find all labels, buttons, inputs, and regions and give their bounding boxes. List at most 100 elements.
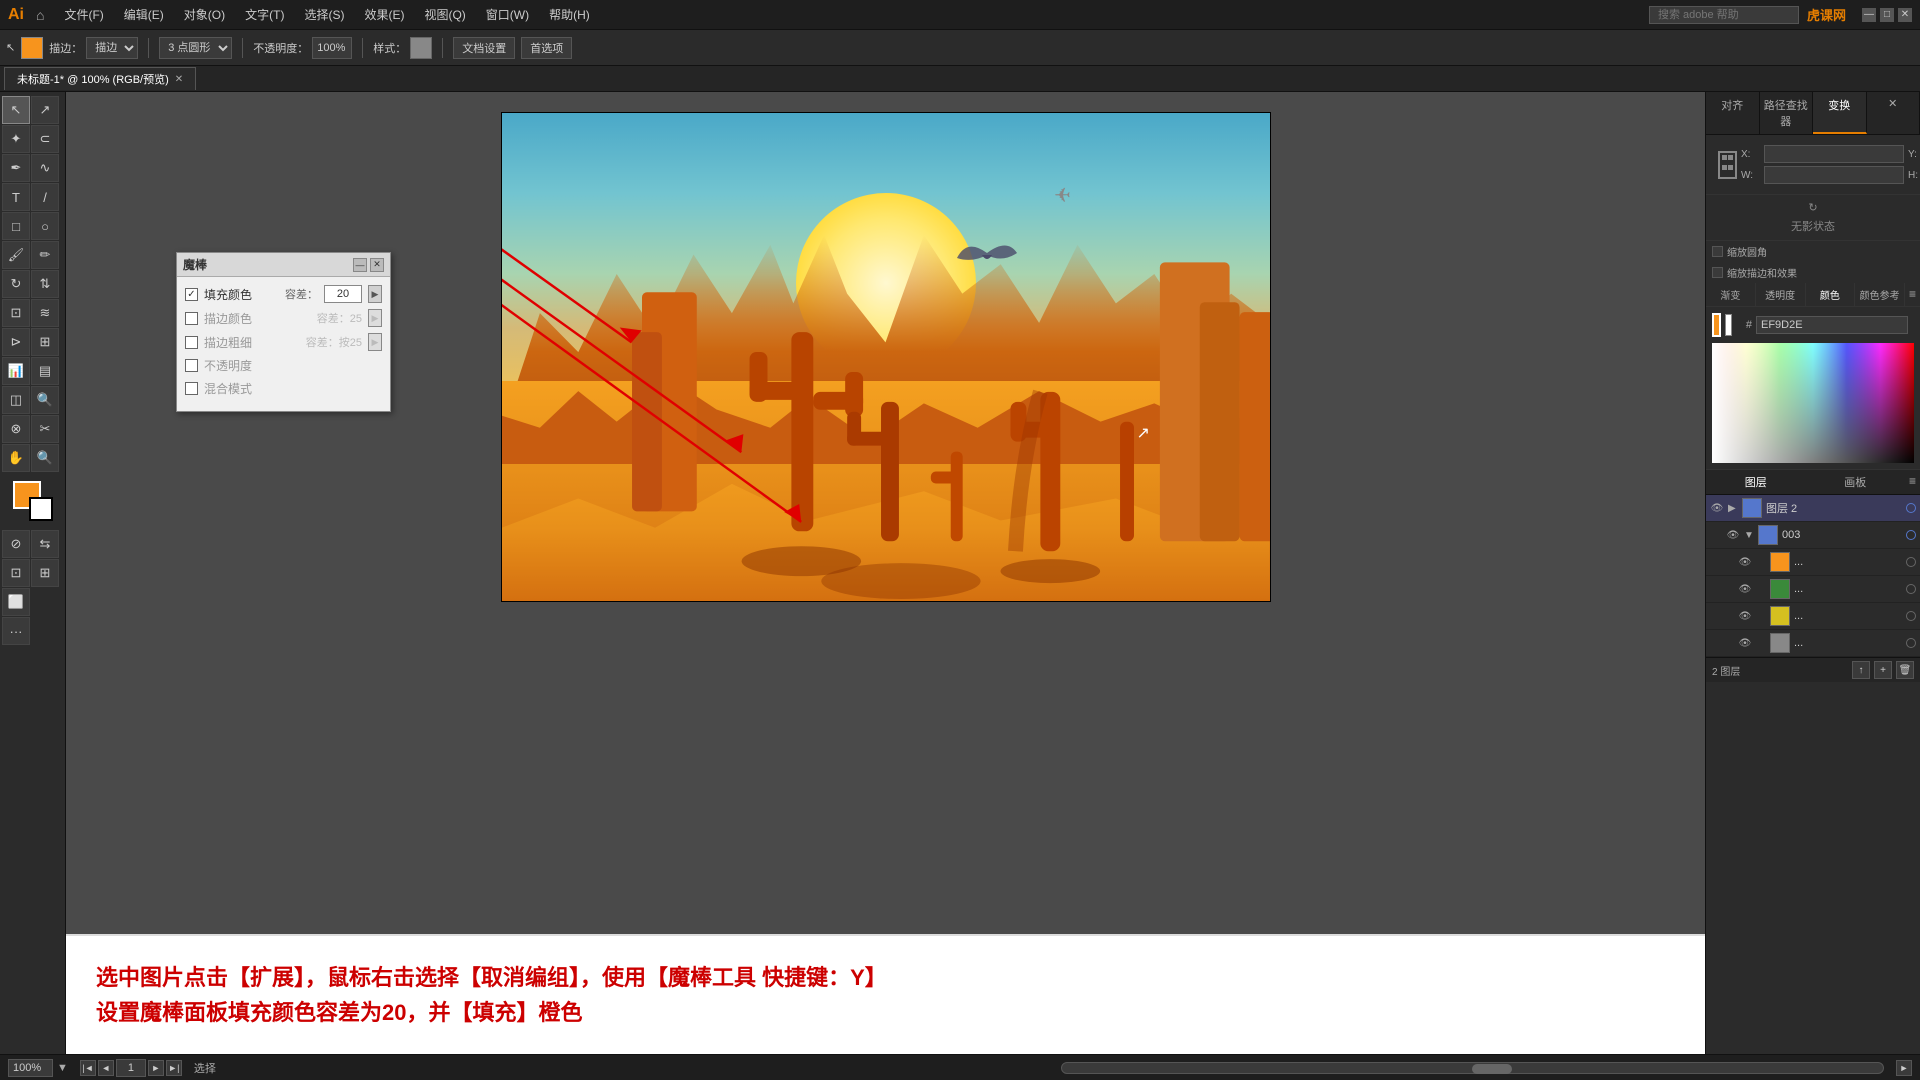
layer-003-expand[interactable]: ▼ [1744,530,1754,541]
layer-r1-eye[interactable]: 👁 [1738,555,1752,569]
layer-row-003[interactable]: 👁 ▼ 003 [1706,522,1920,549]
layer-r4-eye[interactable]: 👁 [1738,636,1752,650]
rect-tool[interactable]: □ [2,212,30,240]
reflect-tool[interactable]: ⇅ [31,270,59,298]
layer-row-1[interactable]: 👁 ... [1706,549,1920,576]
transform-anchor-icon[interactable] [1718,151,1737,179]
tab-transform[interactable]: 变换 [1813,92,1867,134]
line-tool[interactable]: / [31,183,59,211]
maximize-button[interactable]: □ [1880,8,1894,22]
menu-help[interactable]: 帮助(H) [541,4,598,25]
layers-panel-menu[interactable]: ≡ [1905,470,1920,494]
hex-color-input[interactable] [1756,316,1908,334]
layer-r3-circle[interactable] [1906,611,1916,621]
tab-artboards[interactable]: 画板 [1806,470,1906,494]
menu-file[interactable]: 文件(F) [56,4,111,25]
tab-close-icon[interactable]: ✕ [175,74,183,85]
zoom-tool[interactable]: 🔍 [31,444,59,472]
bar-chart-tool[interactable]: ▤ [31,357,59,385]
layer-row-layer2[interactable]: 👁 ▶ 图层 2 [1706,495,1920,522]
layer-003-eye[interactable]: 👁 [1726,528,1740,542]
zoom-input[interactable] [8,1059,53,1077]
stroke-width-increment[interactable]: ▶ [368,333,382,351]
scrollbar-thumb[interactable] [1472,1064,1512,1074]
horizontal-scrollbar[interactable] [1061,1062,1884,1074]
layer-r4-circle[interactable] [1906,638,1916,648]
color-panel-menu-icon[interactable]: ≡ [1905,283,1920,306]
stroke-tolerance-increment[interactable]: ▶ [368,309,382,327]
canvas-wrapper[interactable]: ✈ [66,92,1705,934]
w-input[interactable] [1764,166,1904,184]
magic-wand-tool[interactable]: ✦ [2,125,30,153]
layer-r1-circle[interactable] [1906,557,1916,567]
pencil-tool[interactable]: ✏ [31,241,59,269]
menu-view[interactable]: 视图(Q) [416,4,473,25]
layer-target-circle[interactable] [1906,503,1916,513]
lasso-tool[interactable]: ⊂ [31,125,59,153]
chart-tool[interactable]: 📊 [2,357,30,385]
text-tool[interactable]: T [2,183,30,211]
stroke-color-checkbox[interactable] [185,312,198,325]
search-input[interactable] [1649,6,1799,24]
eyedropper-tool[interactable]: 🔍 [31,386,59,414]
zoom-dropdown-icon[interactable]: ▼ [57,1062,68,1074]
layer-row-4[interactable]: 👁 ... [1706,630,1920,657]
next-page-btn[interactable]: ► [148,1060,164,1076]
layer-row-2[interactable]: 👁 ... [1706,576,1920,603]
hand-tool[interactable]: ✋ [2,444,30,472]
x-input[interactable] [1764,145,1904,163]
doc-settings-button[interactable]: 文档设置 [453,37,515,59]
scale-corners-checkbox[interactable] [1712,246,1723,257]
artwork-canvas[interactable]: ✈ [501,112,1271,602]
blend-mode-checkbox[interactable] [185,382,198,395]
layer-expand-icon[interactable]: ▶ [1728,503,1738,514]
tab-align[interactable]: 对齐 [1706,92,1760,134]
color-swatch-orange-main[interactable] [1712,313,1721,337]
tab-color[interactable]: 颜色 [1806,283,1856,306]
page-number-input[interactable] [116,1059,146,1077]
pen-tool[interactable]: ✒ [2,154,30,182]
tab-layers[interactable]: 图层 [1706,470,1806,494]
last-page-btn[interactable]: ►| [166,1060,182,1076]
background-color[interactable] [29,497,53,521]
menu-edit[interactable]: 编辑(E) [116,4,172,25]
layer-003-circle[interactable] [1906,530,1916,540]
stroke-width-checkbox[interactable] [185,336,198,349]
delete-layer-btn[interactable]: 🗑 [1896,661,1914,679]
menu-select[interactable]: 选择(S) [296,4,352,25]
brush-tool[interactable]: 🖌 [2,241,30,269]
curvature-tool[interactable]: ∿ [31,154,59,182]
panel-titlebar[interactable]: 魔棒 — ✕ [177,253,390,277]
panel-minimize-btn[interactable]: — [353,258,367,272]
create-layer-btn[interactable]: + [1874,661,1892,679]
style-swatch[interactable] [410,37,432,59]
tab-gradient[interactable]: 渐变 [1706,283,1756,306]
fill-color-checkbox[interactable] [185,288,198,301]
preferences-button[interactable]: 首选项 [521,37,572,59]
warp-tool[interactable]: ≋ [31,299,59,327]
full-screen-btn[interactable]: ⊞ [31,559,59,587]
layer-r2-circle[interactable] [1906,584,1916,594]
ellipse-tool[interactable]: ○ [31,212,59,240]
menu-effect[interactable]: 效果(E) [356,4,412,25]
panel-close-icon[interactable]: ✕ [1867,92,1920,134]
tab-color-guide[interactable]: 颜色参考 [1855,283,1905,306]
layer-eye-icon[interactable]: 👁 [1710,501,1724,515]
tab-pathfinder[interactable]: 路径查找器 [1760,92,1814,134]
first-page-btn[interactable]: |◄ [80,1060,96,1076]
stroke-type-dropdown[interactable]: 描边 [86,37,138,59]
scale-tool[interactable]: ⊡ [2,299,30,327]
direct-select-tool[interactable]: ↗ [31,96,59,124]
fill-color-swatch[interactable] [21,37,43,59]
menu-object[interactable]: 对象(O) [176,4,233,25]
brush-select[interactable]: 3 点圆形 [159,37,232,59]
fill-none-icon[interactable]: ⊘ [2,530,30,558]
minimize-button[interactable]: — [1862,8,1876,22]
color-spectrum[interactable] [1712,343,1914,463]
home-icon[interactable]: ⌂ [36,7,44,23]
close-button[interactable]: ✕ [1898,8,1912,22]
screen-mode-btn[interactable]: ⊡ [2,559,30,587]
color-swatch-white[interactable] [1725,314,1732,336]
artboard-tool[interactable]: ⬜ [2,588,30,616]
menu-text[interactable]: 文字(T) [237,4,292,25]
